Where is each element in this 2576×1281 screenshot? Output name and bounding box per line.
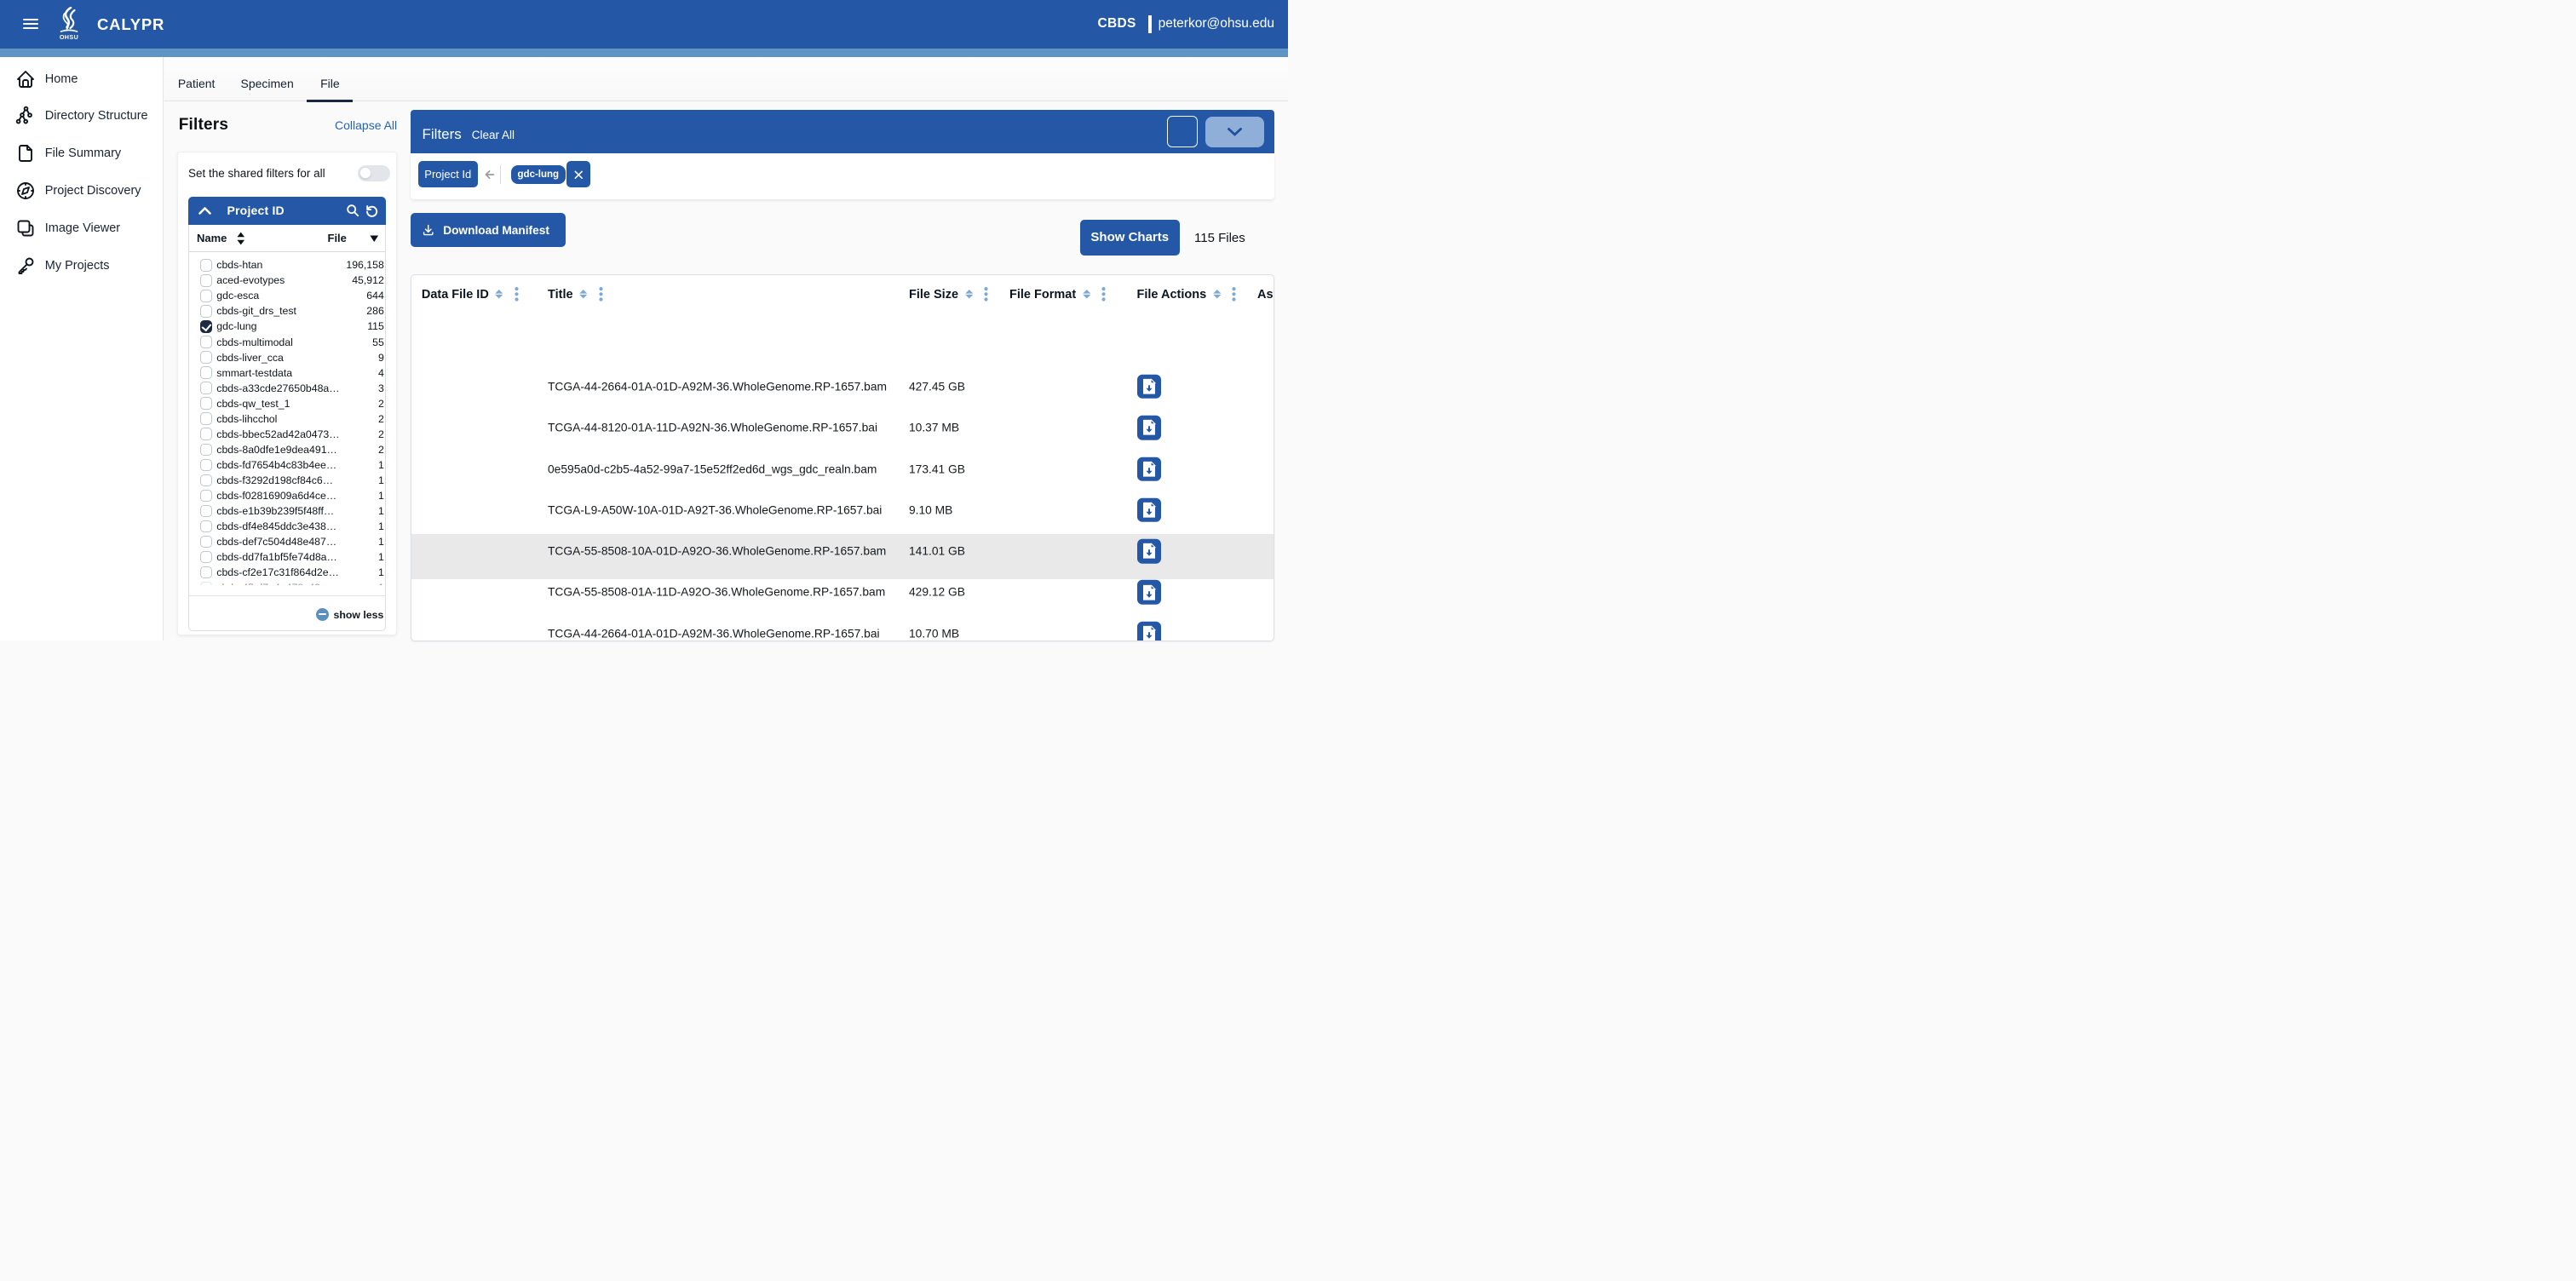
svg-text:OHSU: OHSU [60,33,78,41]
